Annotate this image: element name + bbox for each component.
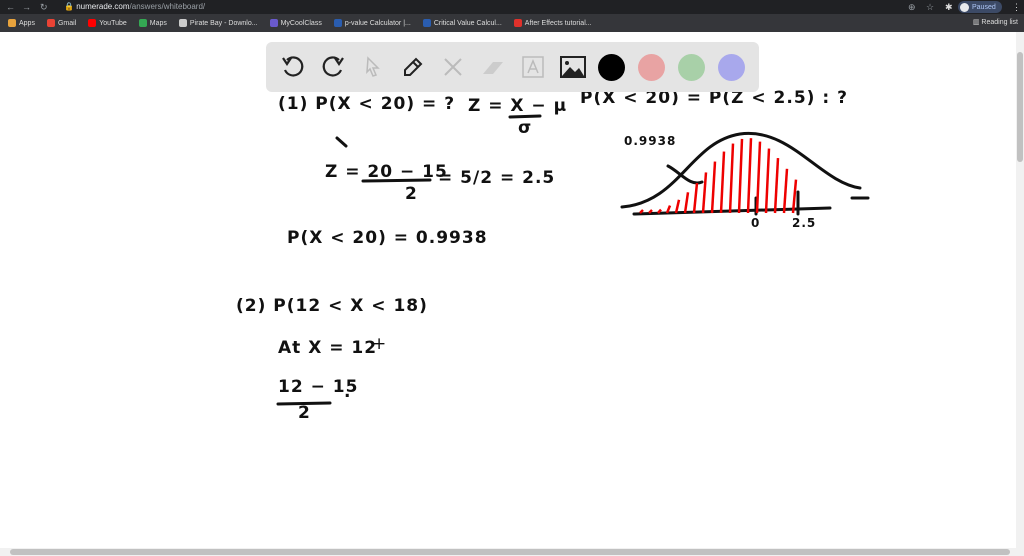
forward-icon[interactable]: → bbox=[22, 2, 31, 12]
tools-icon bbox=[443, 58, 462, 76]
color-swatch[interactable] bbox=[678, 53, 705, 81]
color-swatch[interactable] bbox=[718, 53, 745, 81]
eraser-button[interactable] bbox=[478, 53, 507, 82]
hatch-line bbox=[710, 161, 717, 214]
bookmark-label: YouTube bbox=[99, 19, 127, 27]
back-icon[interactable]: ← bbox=[6, 2, 15, 12]
bookmark-item[interactable]: Maps bbox=[138, 19, 167, 27]
calc2-denominator: 2 bbox=[298, 403, 311, 423]
bookmark-icon bbox=[333, 19, 342, 27]
bookmark-icon bbox=[8, 19, 16, 27]
zoom-icon[interactable]: ⊕ bbox=[908, 2, 916, 13]
graph-zero-label: 0 bbox=[751, 216, 761, 230]
pen-button[interactable] bbox=[398, 53, 427, 82]
hatch-line bbox=[782, 168, 789, 214]
image-button[interactable] bbox=[558, 53, 587, 82]
hatch-line bbox=[719, 151, 726, 214]
bookmark-icon bbox=[138, 19, 147, 27]
whiteboard-canvas[interactable]: (1) P(X < 20) = ? Z = X − μ σ P(X < 20) … bbox=[0, 32, 1016, 548]
bookmark-item[interactable]: Gmail bbox=[46, 19, 77, 27]
bookmark-item[interactable]: YouTube bbox=[88, 19, 127, 27]
avatar bbox=[960, 2, 969, 12]
bookmark-label: Apps bbox=[19, 19, 35, 27]
bookmark-label: Pirate Bay - Downlo... bbox=[189, 19, 258, 27]
question-2-label: (2) P(12 < X < 18) bbox=[236, 296, 428, 316]
hatch-line bbox=[773, 158, 780, 214]
image-icon bbox=[559, 56, 586, 78]
bookmark-icon bbox=[269, 19, 278, 27]
z-formula-denominator: σ bbox=[518, 118, 533, 138]
text-button[interactable] bbox=[518, 53, 547, 82]
bookmark-label: Critical Value Calcul... bbox=[433, 19, 502, 27]
pen-dot: . bbox=[344, 382, 352, 402]
fraction-bar bbox=[508, 114, 542, 119]
vertical-scrollbar[interactable] bbox=[1016, 32, 1024, 548]
hatch-line bbox=[746, 138, 753, 214]
z-calculation: Z = 20 − 15 bbox=[325, 162, 448, 182]
bookmark-item[interactable]: MyCoolClass bbox=[269, 19, 322, 27]
question-1-label: (1) P(X < 20) = ? bbox=[278, 94, 456, 114]
eraser-icon bbox=[482, 62, 503, 74]
bookmark-label: Gmail bbox=[57, 19, 77, 27]
bookmark-icon bbox=[46, 19, 55, 27]
pen-stroke bbox=[335, 136, 348, 148]
hatch-line bbox=[674, 199, 681, 214]
pointer-icon bbox=[365, 56, 380, 77]
z-formula-numerator: Z = X − μ bbox=[468, 96, 568, 116]
color-swatch[interactable] bbox=[638, 53, 665, 81]
redo-button[interactable] bbox=[318, 53, 347, 82]
browser-address-bar: ← → ↻ 🔒 numerade.com/answers/whiteboard/… bbox=[0, 0, 1024, 14]
horizontal-scrollbar[interactable] bbox=[0, 548, 1024, 556]
extensions-icon[interactable]: ✱ bbox=[945, 2, 953, 13]
bookmark-icon bbox=[513, 19, 522, 27]
bookmark-label: After Effects tutorial... bbox=[524, 19, 592, 27]
reload-icon[interactable]: ↻ bbox=[40, 2, 48, 13]
x-axis bbox=[632, 206, 832, 216]
bookmark-icon bbox=[88, 19, 97, 27]
hatch-line bbox=[755, 141, 762, 214]
hatch-line bbox=[701, 172, 708, 214]
text-icon bbox=[521, 56, 544, 78]
at-x-text: At X = 12 bbox=[278, 338, 378, 358]
undo-button[interactable] bbox=[278, 53, 307, 82]
hatch-line bbox=[728, 143, 735, 214]
menu-icon[interactable]: ⋮ bbox=[1012, 2, 1021, 13]
z-calculation-result: = 5/2 = 2.5 bbox=[438, 168, 556, 188]
bookmark-label: Maps bbox=[149, 19, 167, 27]
color-swatch[interactable] bbox=[598, 53, 625, 81]
bookmarks-bar: Apps Gmail YouTube Maps Pirate Bay - Downlo.… bbox=[0, 14, 1024, 32]
hatch-line bbox=[737, 138, 744, 214]
tools-button[interactable] bbox=[438, 53, 467, 82]
undo-icon bbox=[281, 56, 303, 77]
shaded-area bbox=[639, 138, 798, 214]
bookmark-label: MyCoolClass bbox=[280, 19, 322, 27]
bookmark-label: p-value Calculator |... bbox=[344, 19, 411, 27]
bookmark-item[interactable]: Pirate Bay - Downlo... bbox=[178, 19, 258, 27]
cursor-crosshair: + bbox=[372, 334, 388, 354]
reading-list-button[interactable]: ▥ Reading list bbox=[973, 18, 1018, 26]
redo-icon bbox=[322, 56, 344, 77]
graph-area-label: 0.9938 bbox=[624, 134, 677, 148]
bookmark-icon bbox=[422, 19, 431, 27]
hatch-line bbox=[692, 182, 699, 214]
z-calculation-denominator: 2 bbox=[405, 184, 418, 204]
url-field[interactable]: 🔒 numerade.com/answers/whiteboard/ bbox=[64, 2, 205, 11]
profile-button[interactable]: Paused bbox=[958, 1, 1002, 13]
select-button[interactable] bbox=[358, 53, 387, 82]
bookmark-item[interactable]: p-value Calculator |... bbox=[333, 19, 411, 27]
pen-icon bbox=[403, 57, 422, 76]
bookmark-icon bbox=[178, 19, 187, 27]
graph-z-label: 2.5 bbox=[792, 216, 817, 230]
bookmark-item[interactable]: After Effects tutorial... bbox=[513, 19, 592, 27]
hatch-line bbox=[683, 192, 690, 214]
hatch-line bbox=[764, 148, 771, 214]
drawing-toolbar bbox=[266, 42, 759, 92]
result-text: P(X < 20) = 0.9938 bbox=[287, 228, 488, 248]
bookmark-item[interactable]: Apps bbox=[8, 19, 35, 27]
bookmark-item[interactable]: Critical Value Calcul... bbox=[422, 19, 502, 27]
star-icon[interactable]: ☆ bbox=[926, 2, 934, 13]
